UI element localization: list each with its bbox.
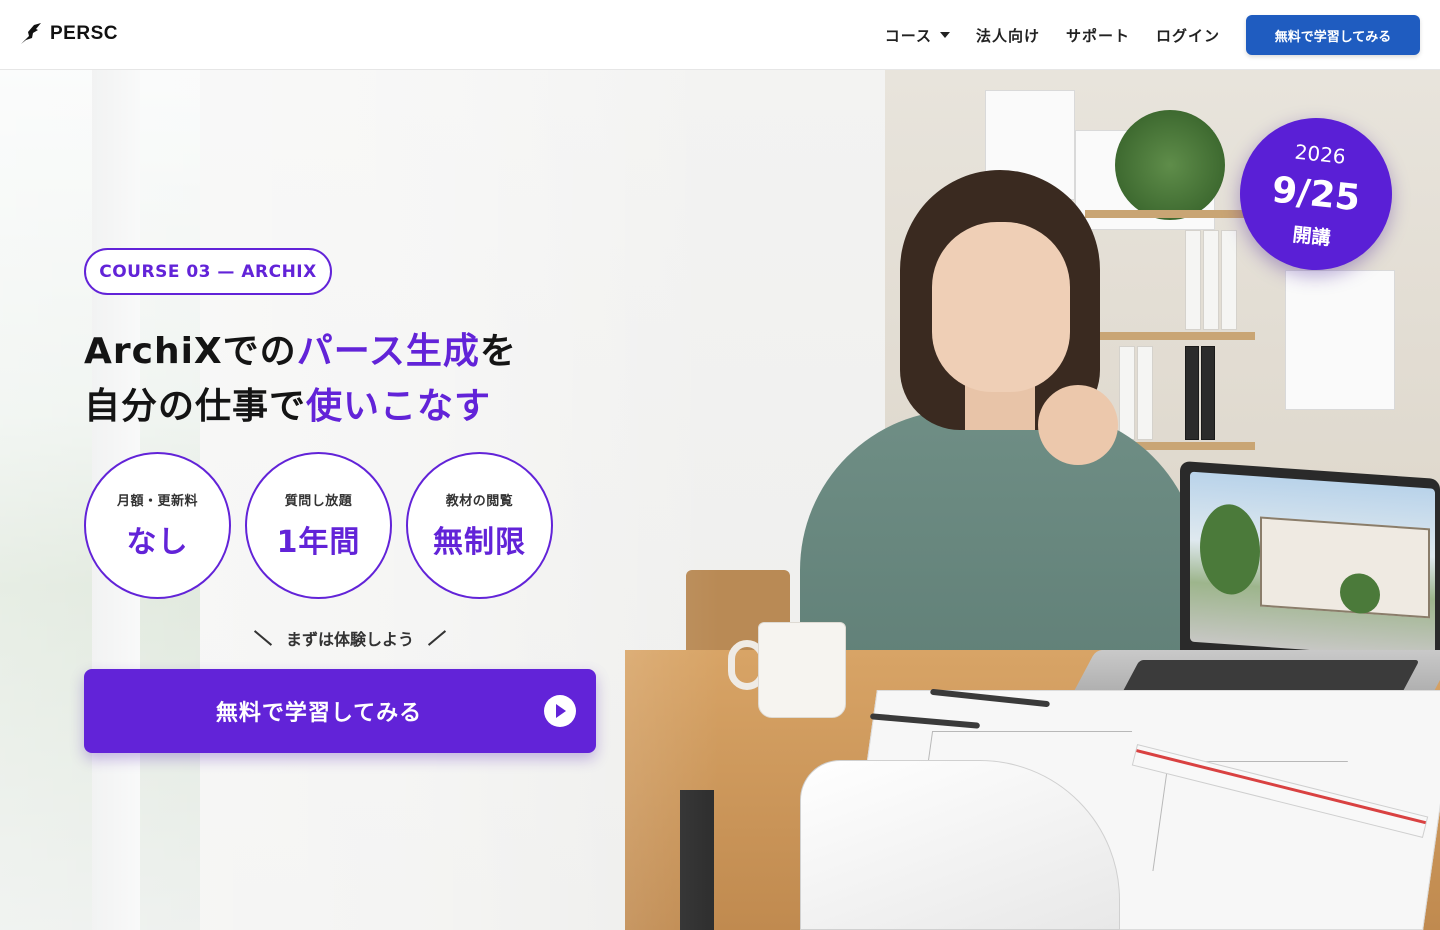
feature-label: 教材の閲覧 — [445, 494, 514, 509]
book — [1221, 230, 1237, 330]
headline-line-1: ArchiXでのパース生成を — [84, 324, 644, 379]
logo-text: PERSC — [50, 23, 118, 44]
headline-highlight: 使いこなす — [306, 386, 492, 427]
hero-cta-label: 無料で学習してみる — [215, 701, 423, 726]
date-day: 9/25 — [1269, 169, 1362, 220]
course-tag: COURSE 03 — ARCHIX — [84, 248, 332, 295]
slash-decoration — [253, 630, 273, 646]
mug — [758, 622, 846, 718]
bird-logo-icon — [21, 23, 41, 44]
headline-text: を — [479, 331, 517, 372]
feature-badge-materials: 教材の閲覧 無制限 — [406, 452, 553, 599]
logo[interactable]: PERSC — [20, 22, 118, 46]
main-nav: コース 法人向け サポート ログイン — [885, 0, 1220, 70]
poster — [1285, 270, 1395, 410]
laptop — [1180, 460, 1440, 680]
feature-label: 質問し放題 — [284, 494, 353, 509]
feature-badges: 月額・更新料 なし 質問し放題 1年間 教材の閲覧 無制限 — [84, 452, 553, 599]
headline-highlight: パース生成 — [296, 331, 480, 372]
headline-line-2: 自分の仕事で使いこなす — [84, 379, 644, 434]
nav-item-login[interactable]: ログイン — [1156, 25, 1220, 46]
hand — [1038, 385, 1118, 465]
trial-caption: まずは体験しよう — [252, 626, 452, 650]
feature-value: 無制限 — [433, 525, 526, 560]
headline-text: ArchiXでの — [84, 331, 297, 372]
play-circle-icon — [544, 695, 576, 727]
slash-decoration — [427, 630, 447, 646]
book — [1201, 346, 1215, 440]
feature-label: 月額・更新料 — [116, 494, 198, 509]
nav-item-course-label: コース — [884, 26, 932, 45]
nav-item-login-label: ログイン — [1155, 26, 1220, 45]
hero-headline: ArchiXでのパース生成を 自分の仕事で使いこなす — [84, 324, 644, 434]
site-header: PERSC コース 法人向け サポート ログイン 無料で学習してみる — [0, 0, 1440, 70]
feature-value: なし — [126, 525, 189, 560]
nav-item-support[interactable]: サポート — [1066, 25, 1130, 46]
nav-item-corporate[interactable]: 法人向け — [976, 25, 1040, 46]
blueprint-line — [931, 731, 1133, 732]
face — [932, 222, 1070, 392]
feature-value: 1年間 — [276, 525, 361, 560]
header-free-trial-button[interactable]: 無料で学習してみる — [1246, 15, 1420, 55]
book — [1203, 230, 1219, 330]
nav-item-support-label: サポート — [1065, 26, 1130, 45]
hero-free-trial-button[interactable]: 無料で学習してみる — [84, 669, 596, 753]
nav-item-corporate-label: 法人向け — [975, 26, 1040, 45]
laptop-screen — [1190, 471, 1435, 659]
caret-down-icon — [939, 32, 950, 38]
feature-badge-questions: 質問し放題 1年間 — [245, 452, 392, 599]
tree — [1200, 502, 1260, 597]
headline-text: 自分の仕事で — [84, 386, 307, 427]
trial-text: まずは体験しよう — [286, 630, 415, 649]
blueprint-line — [1152, 761, 1169, 871]
nav-item-course[interactable]: コース — [885, 25, 950, 46]
feature-badge-monthly-fee: 月額・更新料 なし — [84, 452, 231, 599]
